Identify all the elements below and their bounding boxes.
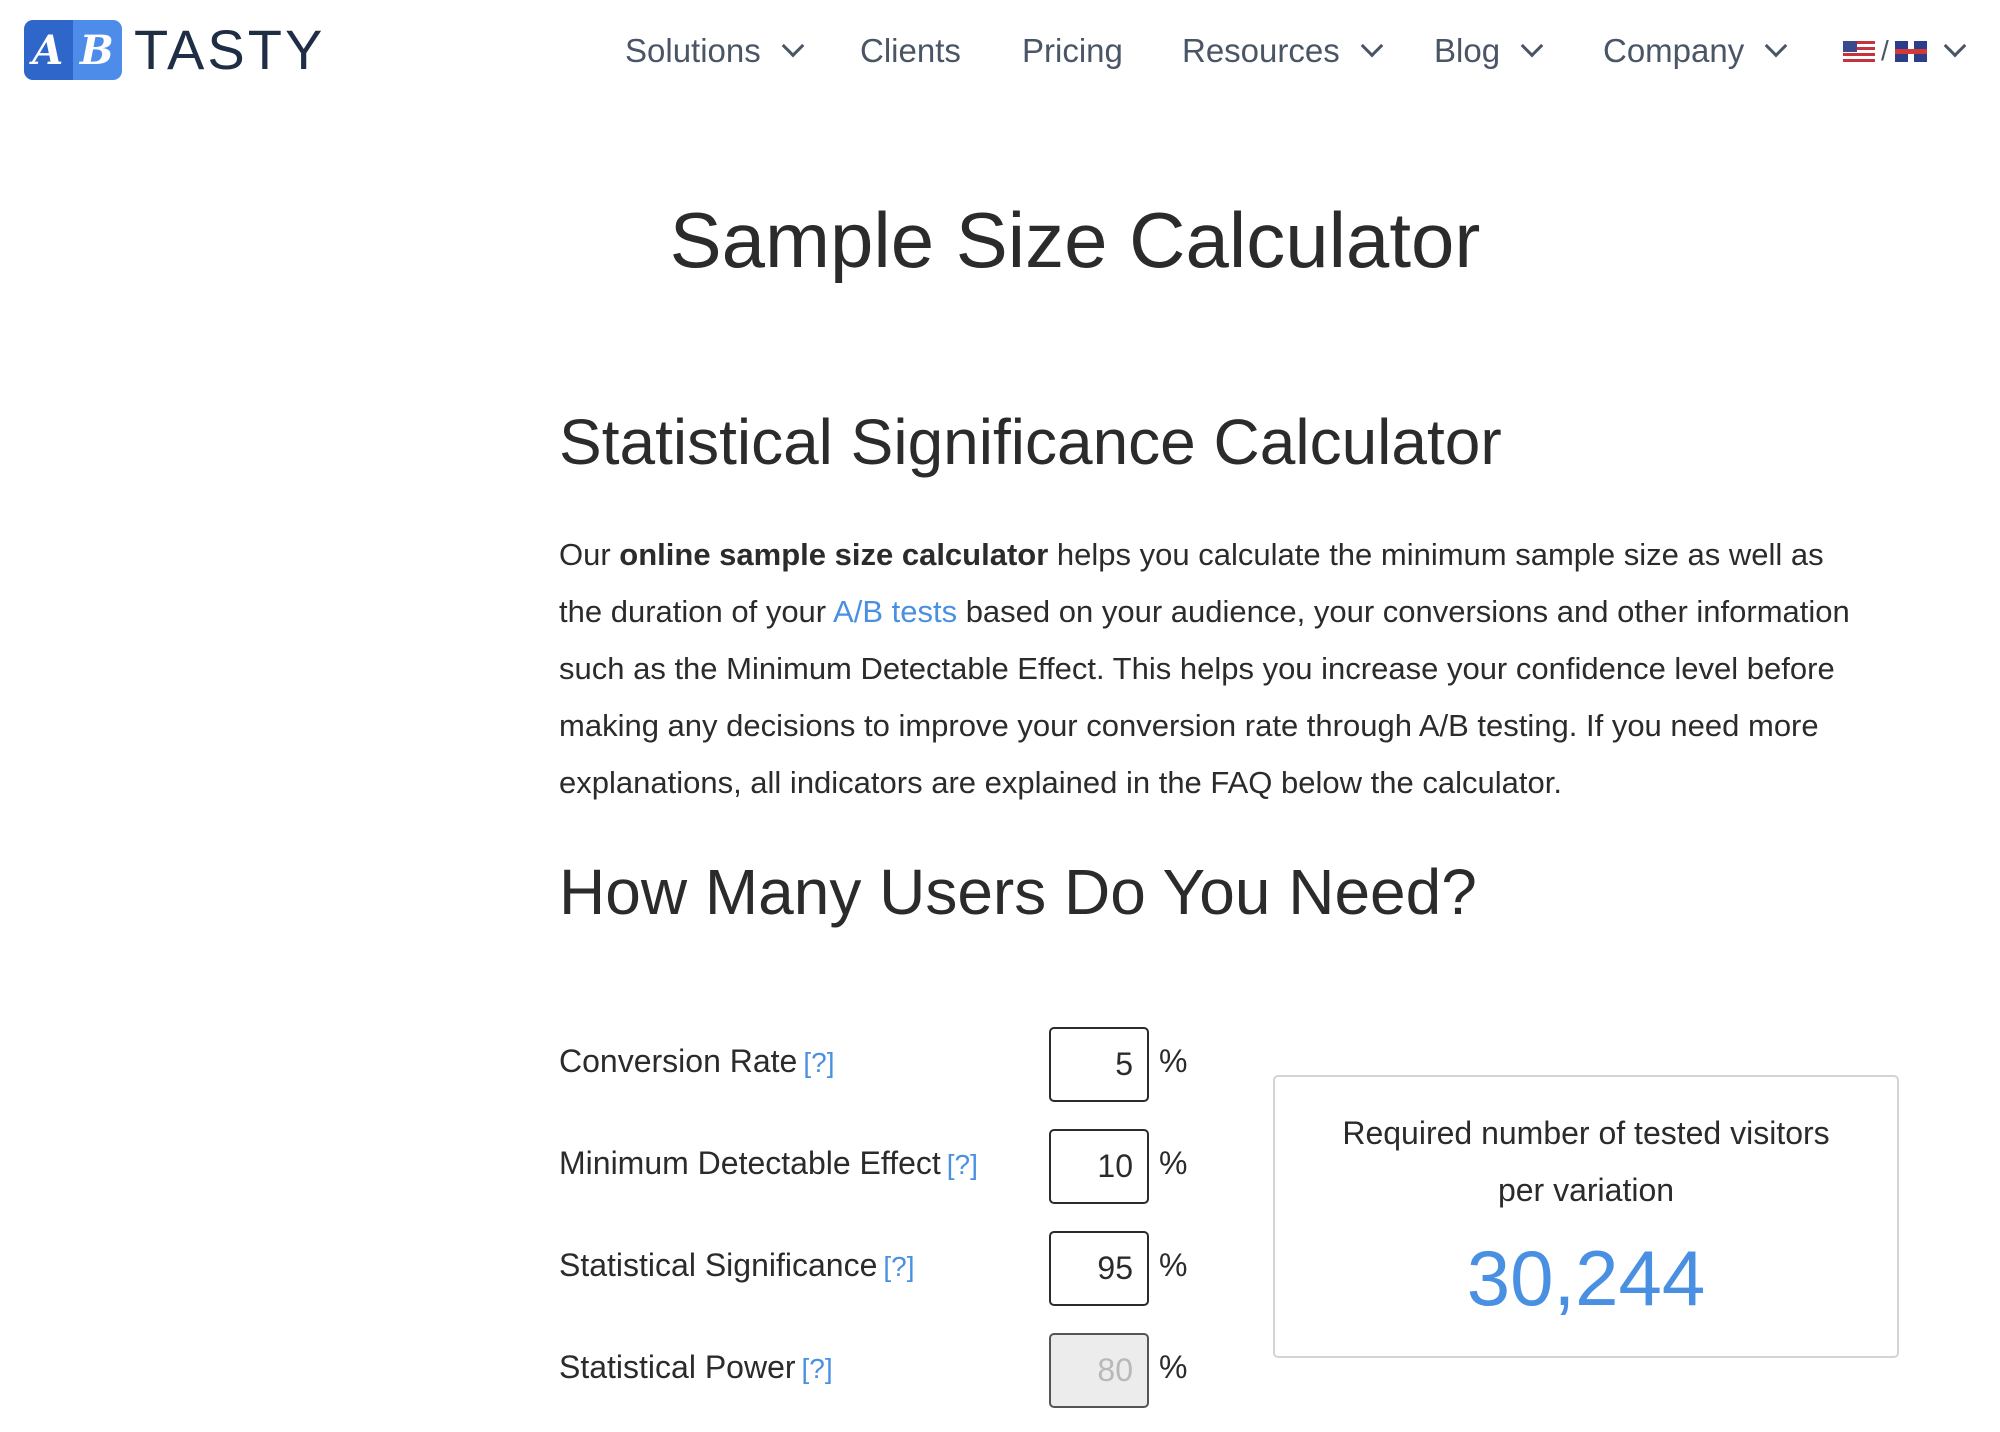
nav-item-solutions[interactable]: Solutions bbox=[625, 28, 805, 74]
conversion-rate-row: Conversion Rate[?] % bbox=[559, 1027, 1199, 1102]
percent-unit: % bbox=[1159, 1247, 1188, 1283]
main-nav: Solutions Clients Pricing Resources Blog… bbox=[0, 28, 2000, 74]
power-help-link[interactable]: [?] bbox=[802, 1353, 833, 1384]
nav-item-resources[interactable]: Resources bbox=[1182, 28, 1384, 74]
power-input bbox=[1049, 1333, 1149, 1408]
chevron-down-icon bbox=[1764, 34, 1788, 58]
result-label: Required number of tested visitors per v… bbox=[1342, 1115, 1830, 1208]
nav-item-pricing[interactable]: Pricing bbox=[1022, 28, 1123, 74]
result-value: 30,244 bbox=[1466, 1234, 1706, 1322]
nav-item-company[interactable]: Company bbox=[1603, 28, 1788, 74]
conversion-rate-input[interactable] bbox=[1049, 1027, 1149, 1102]
page-title: Sample Size Calculator bbox=[669, 196, 1481, 284]
mde-help-link[interactable]: [?] bbox=[947, 1149, 978, 1180]
nav-item-clients[interactable]: Clients bbox=[860, 28, 961, 74]
percent-unit: % bbox=[1159, 1349, 1188, 1385]
field-label-text: Statistical Power bbox=[559, 1349, 796, 1385]
intro-bold-text: online sample size calculator bbox=[619, 537, 1049, 572]
percent-unit: % bbox=[1159, 1145, 1188, 1181]
page: A B TASTY Solutions Clients Pricing Reso… bbox=[0, 0, 2000, 1432]
significance-row: Statistical Significance[?] % bbox=[559, 1231, 1199, 1306]
section-title: Statistical Significance Calculator bbox=[559, 406, 1502, 478]
power-row: Statistical Power[?] % bbox=[559, 1333, 1199, 1408]
intro-paragraph: Our online sample size calculator helps … bbox=[559, 526, 1869, 811]
conversion-rate-help-link[interactable]: [?] bbox=[803, 1047, 834, 1078]
mde-input[interactable] bbox=[1049, 1129, 1149, 1204]
significance-input[interactable] bbox=[1049, 1231, 1149, 1306]
field-label-text: Statistical Significance bbox=[559, 1247, 878, 1283]
ab-tests-link[interactable]: A/B tests bbox=[833, 594, 957, 629]
chevron-down-icon bbox=[1943, 34, 1967, 58]
us-flag-icon bbox=[1843, 40, 1875, 62]
chevron-down-icon bbox=[1360, 34, 1384, 58]
chevron-down-icon bbox=[1520, 34, 1544, 58]
nav-item-label: Solutions bbox=[625, 32, 761, 69]
mde-row: Minimum Detectable Effect[?] % bbox=[559, 1129, 1199, 1204]
percent-unit: % bbox=[1159, 1043, 1188, 1079]
nav-item-label: Company bbox=[1603, 32, 1745, 69]
significance-label: Statistical Significance [?] bbox=[559, 1247, 915, 1284]
uk-flag-icon bbox=[1894, 40, 1927, 62]
language-separator: / bbox=[1881, 35, 1889, 66]
significance-help-link[interactable]: [?] bbox=[883, 1251, 914, 1282]
field-label-text: Minimum Detectable Effect bbox=[559, 1145, 941, 1181]
nav-item-label: Clients bbox=[860, 32, 961, 69]
power-label: Statistical Power [?] bbox=[559, 1349, 833, 1386]
nav-item-label: Resources bbox=[1182, 32, 1340, 69]
nav-item-blog[interactable]: Blog bbox=[1434, 28, 1544, 74]
chevron-down-icon bbox=[781, 34, 805, 58]
result-box: Required number of tested visitors per v… bbox=[1273, 1075, 1899, 1358]
field-label-text: Conversion Rate bbox=[559, 1043, 798, 1079]
nav-item-label: Pricing bbox=[1022, 32, 1123, 69]
nav-item-label: Blog bbox=[1434, 32, 1501, 69]
language-selector[interactable]: / bbox=[1843, 28, 1967, 74]
calculator-title: How Many Users Do You Need? bbox=[559, 856, 1477, 928]
intro-text-1: Our bbox=[559, 537, 620, 572]
mde-label: Minimum Detectable Effect [?] bbox=[559, 1145, 978, 1182]
conversion-rate-label: Conversion Rate [?] bbox=[559, 1043, 834, 1080]
